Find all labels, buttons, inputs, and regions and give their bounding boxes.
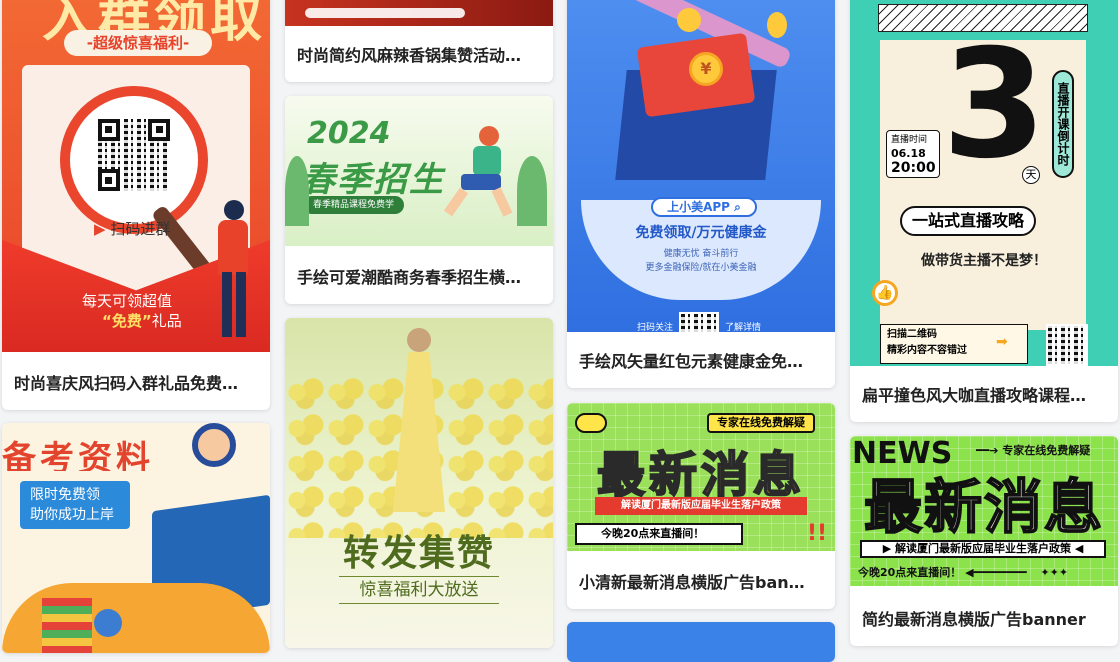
arrow-right-icon: ➡: [996, 334, 1008, 350]
card-title[interactable]: 简约最新消息横版广告banner: [862, 594, 1106, 646]
card-title[interactable]: 时尚喜庆风扫码入群礼品免费…: [14, 358, 258, 410]
qr-code: [1046, 324, 1088, 366]
poster-line-1: 每天可领超值: [82, 292, 173, 310]
poster-title: 春季招生: [301, 160, 445, 200]
card-title[interactable]: 小清新最新消息横版广告ban…: [579, 557, 823, 609]
card-thumbnail: 入群领取 -超级惊喜福利- ▶ 扫码进群 每天可领超值 “免费”礼品: [2, 0, 270, 352]
runner-illustration: [443, 126, 525, 217]
poster-headline: 免费领取/万元健康金: [635, 225, 767, 241]
card-thumbnail: 3 天 直播开课倒计时 直播时间 06.18 20:00 一站式直播攻略 做带货…: [850, 0, 1118, 366]
poster-badge: 专家在线免费解疑: [1002, 444, 1091, 457]
card-thumbnail: NEWS ━━➔ 专家在线免费解疑 最新消息 ▶ 解读厦门最新版应届毕业生落户政…: [850, 436, 1118, 586]
coin-icon: [767, 12, 787, 38]
poster-badge: -超级惊喜福利-: [64, 30, 212, 56]
card-title[interactable]: [297, 596, 541, 648]
template-card[interactable]: 备考资料 限时免费领 助你成功上岸: [2, 423, 270, 653]
card-title[interactable]: 手绘可爱潮酷商务春季招生横…: [297, 252, 541, 304]
card-title[interactable]: 扁平撞色风大咖直播攻略课程…: [862, 370, 1106, 422]
poster-title: 最新消息: [596, 446, 805, 504]
search-icon: ⌕: [734, 200, 741, 214]
thumbs-up-icon: 👍: [872, 280, 898, 306]
date-card: 直播时间 06.18 20:00: [886, 130, 940, 178]
template-card[interactable]: 2024 春季招生 春季精品课程免费学 手绘可爱潮酷商务春季招生横…: [285, 96, 553, 304]
card-title[interactable]: 手绘风矢量红包元素健康金免…: [579, 336, 823, 388]
poster-pill: 一站式直播攻略: [900, 206, 1036, 236]
app-search-pill: 上小美APP ⌕: [651, 197, 757, 217]
live-banner: 今晚20点来直播间！: [858, 566, 962, 579]
template-card[interactable]: 转发集赞 惊喜福利大放送: [285, 318, 553, 648]
poster-strip: 解读厦门最新版应届毕业生落户政策: [595, 497, 807, 515]
template-card[interactable]: 入群领取 -超级惊喜福利- ▶ 扫码进群 每天可领超值 “免费”礼品 时尚喜庆风…: [2, 0, 270, 410]
coin-icon: ¥: [689, 52, 723, 86]
template-card[interactable]: [567, 622, 835, 662]
poster-strip: ▶ 解读厦门最新版应届毕业生落户政策 ◀: [860, 540, 1106, 558]
person-illustration: [214, 200, 254, 350]
poster-year: 2024: [307, 116, 391, 151]
poster-headline: 备考资料: [2, 439, 154, 471]
card-thumbnail: ¥ 上小美APP ⌕ 免费领取/万元健康金 健康无忧 奋斗前行 更多金融保险/就…: [567, 0, 835, 332]
poster-callout: 限时免费领 助你成功上岸: [20, 481, 130, 529]
template-card[interactable]: 时尚简约风麻辣香锅集赞活动…: [285, 0, 553, 82]
card-title[interactable]: 时尚简约风麻辣香锅集赞活动…: [297, 28, 541, 82]
chat-bubble-icon: [575, 413, 607, 433]
qr-code: [679, 312, 719, 332]
countdown-vertical-label: 直播开课倒计时: [1052, 70, 1074, 178]
leaf-illustration: [517, 156, 547, 226]
card-thumbnail: 2024 春季招生 春季精品课程免费学: [285, 96, 553, 246]
card-thumbnail: [285, 0, 553, 26]
person-head-illustration: [192, 423, 236, 467]
card-title[interactable]: [14, 601, 258, 653]
poster-tag: 春季精品课程免费学: [303, 196, 405, 214]
poster-line: 做带货主播不是梦！: [921, 253, 1047, 269]
template-card[interactable]: NEWS ━━➔ 专家在线免费解疑 最新消息 ▶ 解读厦门最新版应届毕业生落户政…: [850, 436, 1118, 646]
coin-icon: [677, 8, 701, 32]
poster-badge: 专家在线免费解疑: [707, 413, 815, 433]
template-card[interactable]: ¥ 上小美APP ⌕ 免费领取/万元健康金 健康无忧 奋斗前行 更多金融保险/就…: [567, 0, 835, 388]
poster-title: 最新消息: [863, 472, 1104, 542]
live-banner: 今晚20点来直播间！: [575, 523, 743, 545]
scan-label: 扫码进群: [110, 220, 171, 238]
countdown-number: 3: [942, 18, 1047, 192]
poster-title: 转发集赞: [342, 532, 495, 574]
template-card[interactable]: 3 天 直播开课倒计时 直播时间 06.18 20:00 一站式直播攻略 做带货…: [850, 0, 1118, 422]
card-thumbnail: 专家在线免费解疑 最新消息 解读厦门最新版应届毕业生落户政策 今晚20点来直播间…: [567, 403, 835, 551]
qr-code: [94, 115, 174, 195]
template-card[interactable]: 专家在线免费解疑 最新消息 解读厦门最新版应届毕业生落户政策 今晚20点来直播间…: [567, 403, 835, 609]
woman-illustration: [389, 328, 449, 518]
